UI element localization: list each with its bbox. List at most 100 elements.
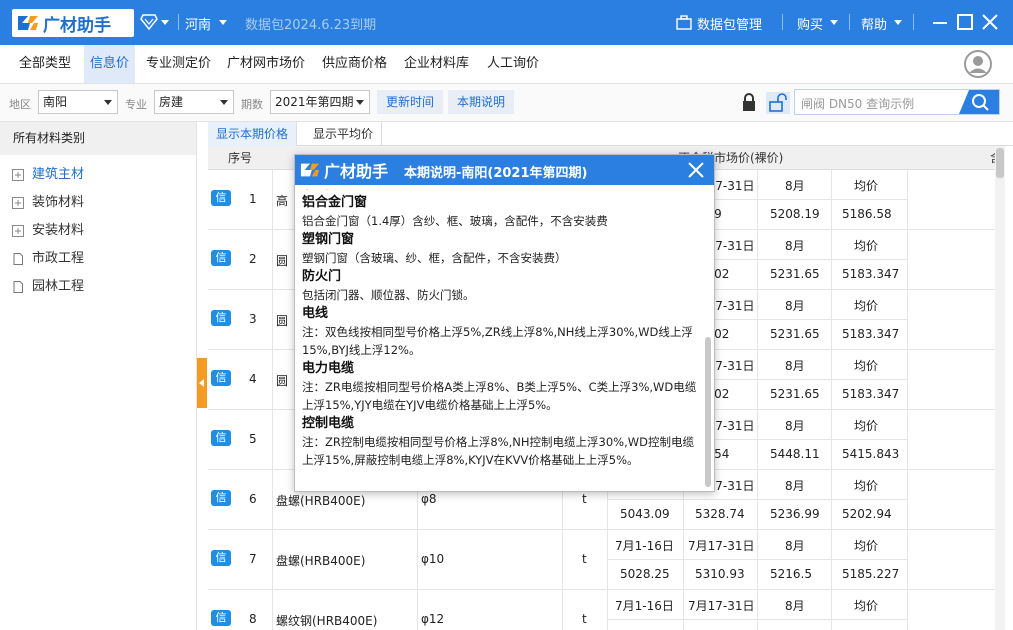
- title-bar: 广材助手 河南 数据包2024.6.23到期 数据包管理 购买 帮助: [0, 0, 1013, 45]
- info-badge[interactable]: 信: [211, 250, 231, 266]
- tab-all-types[interactable]: 全部类型: [14, 45, 76, 83]
- info-badge[interactable]: 信: [211, 550, 231, 566]
- sidebar-item-installation[interactable]: 安装材料: [0, 217, 196, 245]
- sidebar-collapse-handle[interactable]: [197, 358, 207, 408]
- close-icon[interactable]: [687, 161, 705, 179]
- material-name: 盘螺(HRB400E): [276, 554, 366, 568]
- price-col-4: 5183.347: [842, 387, 900, 401]
- expand-plus-icon[interactable]: [12, 169, 24, 181]
- document-icon: [13, 253, 23, 265]
- maximize-icon[interactable]: [955, 12, 975, 32]
- search-placeholder[interactable]: 闸阀 DN50 查询示例: [801, 95, 914, 112]
- period-col-2: 7月17-31日: [688, 599, 755, 613]
- tab-professional-price[interactable]: 专业测定价: [141, 45, 216, 83]
- expand-plus-icon[interactable]: [12, 225, 24, 237]
- dialog-scrollbar[interactable]: [705, 337, 711, 487]
- sidebar-item-building-materials[interactable]: 建筑主材: [0, 161, 196, 189]
- search-icon[interactable]: [971, 93, 991, 111]
- dialog-header: 广材助手 本期说明-南阳(2021年第四期): [295, 155, 714, 185]
- close-icon[interactable]: [980, 12, 1000, 32]
- search-box[interactable]: 闸阀 DN50 查询示例: [794, 89, 1000, 115]
- section-text: 注：ZR电缆按相同型号价格A类上浮8%、B类上浮5%、C类上浮3%,WD电缆上浮…: [302, 380, 697, 412]
- period-col-4: 均价: [854, 179, 879, 193]
- sidebar-item-landscape[interactable]: 园林工程: [0, 273, 196, 301]
- sidebar-item-municipal[interactable]: 市政工程: [0, 245, 196, 273]
- chevron-down-icon[interactable]: [161, 20, 169, 26]
- period-col-3: 8月: [785, 419, 805, 433]
- period-col-4: 均价: [854, 299, 879, 313]
- area-select[interactable]: 南阳: [38, 90, 118, 114]
- price-view-tabs: 显示本期价格 显示平均价: [208, 122, 1013, 146]
- sidebar-item-label: 建筑主材: [32, 167, 85, 182]
- table-row[interactable]: 信 8 螺纹钢(HRB400E) φ12 t 7月1-16日 7月17-31日 8月 均价: [208, 590, 998, 630]
- tab-market-price[interactable]: 广材网市场价: [222, 45, 310, 83]
- area-value: 南阳: [43, 95, 68, 109]
- chevron-down-icon[interactable]: [219, 20, 227, 26]
- major-label: 专业: [125, 98, 147, 111]
- section-heading: 塑钢门窗: [302, 232, 355, 247]
- tab-info-price[interactable]: 信息价: [84, 45, 136, 83]
- price-col-2: 5310.93: [695, 567, 745, 581]
- period-col-3: 8月: [785, 299, 805, 313]
- period-col-1: 7月1-16日: [615, 599, 674, 613]
- period-col-2: 7月17-31日: [688, 539, 755, 553]
- info-badge[interactable]: 信: [211, 490, 231, 506]
- major-select[interactable]: 房建: [154, 90, 234, 114]
- chevron-down-icon: [104, 100, 112, 105]
- info-badge[interactable]: 信: [211, 190, 231, 206]
- material-name: 圆: [276, 254, 289, 268]
- buy-menu[interactable]: 购买: [797, 14, 823, 33]
- period-col-4: 均价: [854, 599, 879, 613]
- info-badge[interactable]: 信: [211, 430, 231, 446]
- expand-plus-icon[interactable]: [12, 197, 24, 209]
- update-time-button[interactable]: 更新时间: [377, 90, 444, 114]
- sidebar-item-label: 市政工程: [32, 251, 85, 266]
- chevron-down-icon[interactable]: [894, 20, 902, 26]
- period-col-3: 8月: [785, 479, 805, 493]
- tab-supplier-price[interactable]: 供应商价格: [317, 45, 392, 83]
- table-row[interactable]: 信 7 盘螺(HRB400E) φ10 t 7月1-16日 5028.25 7月17-31日 5…: [208, 530, 998, 590]
- briefcase-icon[interactable]: [676, 15, 692, 30]
- price-col-3: 5448.11: [770, 447, 820, 461]
- period-select[interactable]: 2021年第四期: [270, 90, 370, 114]
- price-col-3: 5231.65: [770, 267, 820, 281]
- tab-manual-inquiry[interactable]: 人工询价: [482, 45, 544, 83]
- period-description-button[interactable]: 本期说明: [448, 90, 515, 114]
- material-unit: t: [582, 552, 587, 566]
- info-badge[interactable]: 信: [211, 370, 231, 386]
- logo-icon: [18, 16, 38, 30]
- avatar[interactable]: [963, 49, 993, 79]
- material-name: 圆: [276, 374, 289, 388]
- sidebar-item-label: 装饰材料: [32, 195, 85, 210]
- info-badge[interactable]: 信: [211, 310, 231, 326]
- tab-current-price[interactable]: 显示本期价格: [208, 122, 298, 146]
- chevron-down-icon[interactable]: [830, 20, 838, 26]
- section-text: 注：ZR控制电缆按相同型号价格上浮8%,NH控制电缆上浮30%,WD控制电缆上浮…: [302, 435, 694, 467]
- material-name: 盘螺(HRB400E): [276, 494, 366, 508]
- major-value: 房建: [159, 95, 184, 109]
- main-nav: 全部类型 信息价 专业测定价 广材网市场价 供应商价格 企业材料库 人工询价: [0, 45, 1013, 84]
- vertical-scrollbar[interactable]: [995, 146, 1005, 630]
- sidebar-item-decoration[interactable]: 装饰材料: [0, 189, 196, 217]
- lock-icon[interactable]: [741, 93, 757, 113]
- region-selector[interactable]: 河南: [185, 14, 211, 33]
- price-col-3: 5231.65: [770, 387, 820, 401]
- dialog-title: 本期说明-南阳(2021年第四期): [404, 166, 588, 181]
- vip-diamond-icon[interactable]: [140, 14, 158, 30]
- tab-enterprise-library[interactable]: 企业材料库: [399, 45, 474, 83]
- app-logo-text: 广材助手: [43, 15, 111, 36]
- scroll-thumb[interactable]: [996, 148, 1004, 178]
- info-badge[interactable]: 信: [211, 610, 231, 626]
- help-menu[interactable]: 帮助: [861, 14, 887, 33]
- price-col-4: 5415.843: [842, 447, 900, 461]
- dialog-logo: 广材助手: [299, 157, 388, 183]
- row-number: 8: [249, 612, 257, 626]
- sidebar-item-label: 园林工程: [32, 279, 85, 294]
- chevron-down-icon: [356, 100, 364, 105]
- divider: [913, 14, 914, 30]
- period-col-3: 8月: [785, 539, 805, 553]
- data-package-manage-button[interactable]: 数据包管理: [697, 14, 762, 33]
- minimize-icon[interactable]: [930, 12, 950, 32]
- tab-average-price[interactable]: 显示平均价: [305, 122, 383, 146]
- unlock-icon[interactable]: [765, 91, 791, 115]
